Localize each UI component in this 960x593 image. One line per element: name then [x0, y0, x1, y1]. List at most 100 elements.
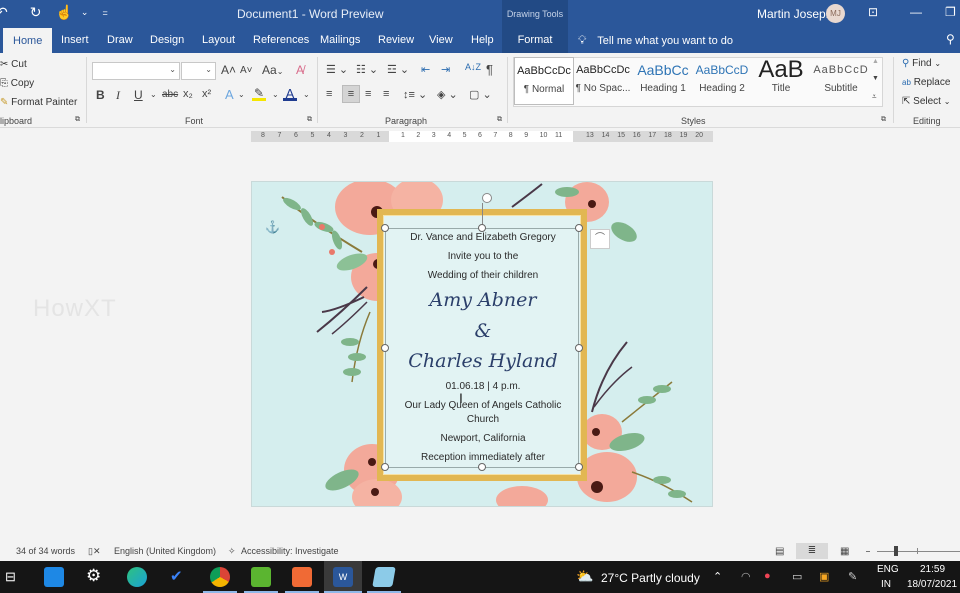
font-dialog-launcher-icon[interactable]: ⧉: [307, 116, 312, 124]
ribbon-display-options-icon[interactable]: ⊡: [868, 5, 878, 19]
tab-design[interactable]: Design: [140, 27, 194, 53]
resize-handle-top[interactable]: [478, 224, 486, 232]
web-layout-icon[interactable]: ▦: [840, 546, 849, 557]
resize-handle-right[interactable]: [575, 344, 583, 352]
wifi-icon[interactable]: ◠: [741, 570, 751, 583]
style-normal[interactable]: AaBbCcDc ¶ Normal: [514, 57, 574, 105]
styles-dialog-launcher-icon[interactable]: ⧉: [881, 116, 886, 124]
subscript-button[interactable]: x₂: [183, 88, 193, 100]
weather-icon[interactable]: ⛅: [576, 568, 593, 585]
tab-review[interactable]: Review: [368, 27, 424, 53]
borders-icon[interactable]: ▢ ⌄: [469, 88, 492, 101]
cut-button[interactable]: ✂ Cut: [0, 59, 27, 70]
minimize-icon[interactable]: —: [910, 5, 922, 19]
anchor-icon[interactable]: ⚓: [265, 220, 280, 234]
font-color-dropdown[interactable]: ⌄: [303, 90, 310, 99]
show-hidden-icons[interactable]: ⌃: [713, 570, 722, 583]
style-no-spacing[interactable]: AaBbCcDc ¶ No Spac...: [573, 57, 633, 105]
format-painter-button[interactable]: ✎ Format Painter: [0, 97, 77, 108]
styles-scroll-down[interactable]: ▼: [872, 75, 879, 82]
styles-more[interactable]: ⩡: [872, 92, 877, 102]
tab-layout[interactable]: Layout: [192, 27, 245, 53]
clear-formatting-icon[interactable]: A̸: [296, 63, 304, 77]
resize-handle-left[interactable]: [381, 344, 389, 352]
change-case-button[interactable]: Aa⌄: [262, 63, 283, 77]
print-layout-icon[interactable]: ≣: [796, 543, 828, 559]
touch-mode-dropdown[interactable]: ⌄: [81, 7, 89, 18]
grow-font-button[interactable]: A˄: [221, 63, 236, 77]
line-spacing-icon[interactable]: ↕≡ ⌄: [403, 88, 427, 101]
highlight-icon[interactable]: ✎: [252, 86, 266, 101]
tab-view[interactable]: View: [419, 27, 463, 53]
todo-icon[interactable]: ✔: [170, 567, 183, 585]
font-size-input[interactable]: ⌄: [181, 62, 216, 80]
underline-dropdown[interactable]: ⌄: [150, 90, 157, 99]
text-effects-icon[interactable]: A: [225, 87, 234, 102]
resize-handle-top-right[interactable]: [575, 224, 583, 232]
zoom-slider[interactable]: [877, 551, 960, 552]
show-formatting-icon[interactable]: ¶: [486, 62, 493, 77]
accessibility-icon[interactable]: ✧: [228, 546, 236, 557]
network-icon[interactable]: ●: [764, 570, 771, 582]
sort-icon[interactable]: A↓Z: [465, 62, 481, 72]
touch-mode-button[interactable]: ☝: [55, 4, 72, 21]
italic-button[interactable]: I: [116, 88, 120, 103]
clock-date[interactable]: 18/07/2021: [907, 579, 957, 590]
accessibility-status[interactable]: Accessibility: Investigate: [241, 546, 339, 556]
strikethrough-button[interactable]: abc: [162, 89, 178, 100]
notepad-icon[interactable]: [372, 567, 396, 587]
undo-button[interactable]: ↶: [0, 4, 8, 21]
style-subtitle[interactable]: AaBbCcD Subtitle: [811, 57, 871, 105]
edge-icon[interactable]: [127, 567, 147, 587]
shading-icon[interactable]: ◈ ⌄: [437, 88, 458, 101]
avatar[interactable]: MJ: [826, 4, 845, 23]
align-center-icon[interactable]: ≡: [342, 85, 360, 103]
clock-time[interactable]: 21:59: [920, 564, 945, 575]
select-button[interactable]: ⇱ Select ⌄: [902, 96, 950, 107]
tab-format[interactable]: Format: [502, 27, 568, 53]
horizontal-ruler[interactable]: 8 7 6 5 4 3 2 1 1 2 3 4 5 6 7 8 9 10 11 13 14 15 16 17 18 19 20: [251, 131, 713, 142]
layout-options-icon[interactable]: ⌒: [590, 229, 610, 249]
numbering-icon[interactable]: ☷ ⌄: [356, 63, 378, 76]
text-box[interactable]: Dr. Vance and Elizabeth Gregory Invite y…: [385, 228, 579, 468]
clipboard-dialog-launcher-icon[interactable]: ⧉: [75, 116, 80, 124]
tab-references[interactable]: References: [243, 27, 319, 53]
tell-me-search[interactable]: 💡︎ Tell me what you want to do: [578, 33, 733, 48]
language-top[interactable]: ENG: [877, 564, 899, 575]
style-heading-2[interactable]: AaBbCcD Heading 2: [692, 57, 752, 105]
bullets-icon[interactable]: ☰ ⌄: [326, 63, 348, 76]
align-left-icon[interactable]: ≡: [326, 88, 332, 100]
paragraph-dialog-launcher-icon[interactable]: ⧉: [497, 116, 502, 124]
redo-button[interactable]: ↻: [30, 4, 42, 21]
resize-handle-bottom-left[interactable]: [381, 463, 389, 471]
chrome-icon[interactable]: [210, 567, 230, 587]
zoom-slider-thumb[interactable]: [894, 546, 898, 556]
customize-qat-button[interactable]: =: [102, 8, 107, 18]
justify-icon[interactable]: ≡: [383, 88, 389, 100]
replace-button[interactable]: ab Replace: [902, 77, 950, 88]
word-taskbar-button[interactable]: W: [324, 561, 362, 593]
settings-icon[interactable]: ⚙: [86, 566, 101, 586]
align-right-icon[interactable]: ≡: [365, 88, 371, 100]
notification-app-icon[interactable]: ▣: [819, 570, 829, 583]
decrease-indent-icon[interactable]: ⇤: [421, 63, 430, 76]
task-view-icon[interactable]: ⊟: [5, 569, 16, 585]
battery-icon[interactable]: ▭: [792, 570, 802, 583]
resize-handle-top-left[interactable]: [381, 224, 389, 232]
weather-text[interactable]: 27°C Partly cloudy: [601, 571, 700, 585]
tab-mailings[interactable]: Mailings: [310, 27, 370, 53]
restore-icon[interactable]: ❐: [945, 5, 956, 19]
superscript-button[interactable]: x²: [202, 88, 211, 100]
tab-home[interactable]: Home: [3, 28, 53, 53]
share-icon[interactable]: ⚲: [946, 32, 955, 46]
increase-indent-icon[interactable]: ⇥: [441, 63, 450, 76]
font-color-icon[interactable]: A: [283, 86, 297, 101]
language-indicator[interactable]: English (United Kingdom): [114, 546, 216, 556]
zoom-out-button[interactable]: [866, 551, 870, 552]
tab-insert[interactable]: Insert: [51, 27, 99, 53]
shrink-font-button[interactable]: A˅: [240, 65, 253, 76]
pen-icon[interactable]: ✎: [848, 570, 857, 583]
style-heading-1[interactable]: AaBbCc Heading 1: [633, 57, 693, 105]
mail-icon[interactable]: [44, 567, 64, 587]
tab-help[interactable]: Help: [461, 27, 504, 53]
